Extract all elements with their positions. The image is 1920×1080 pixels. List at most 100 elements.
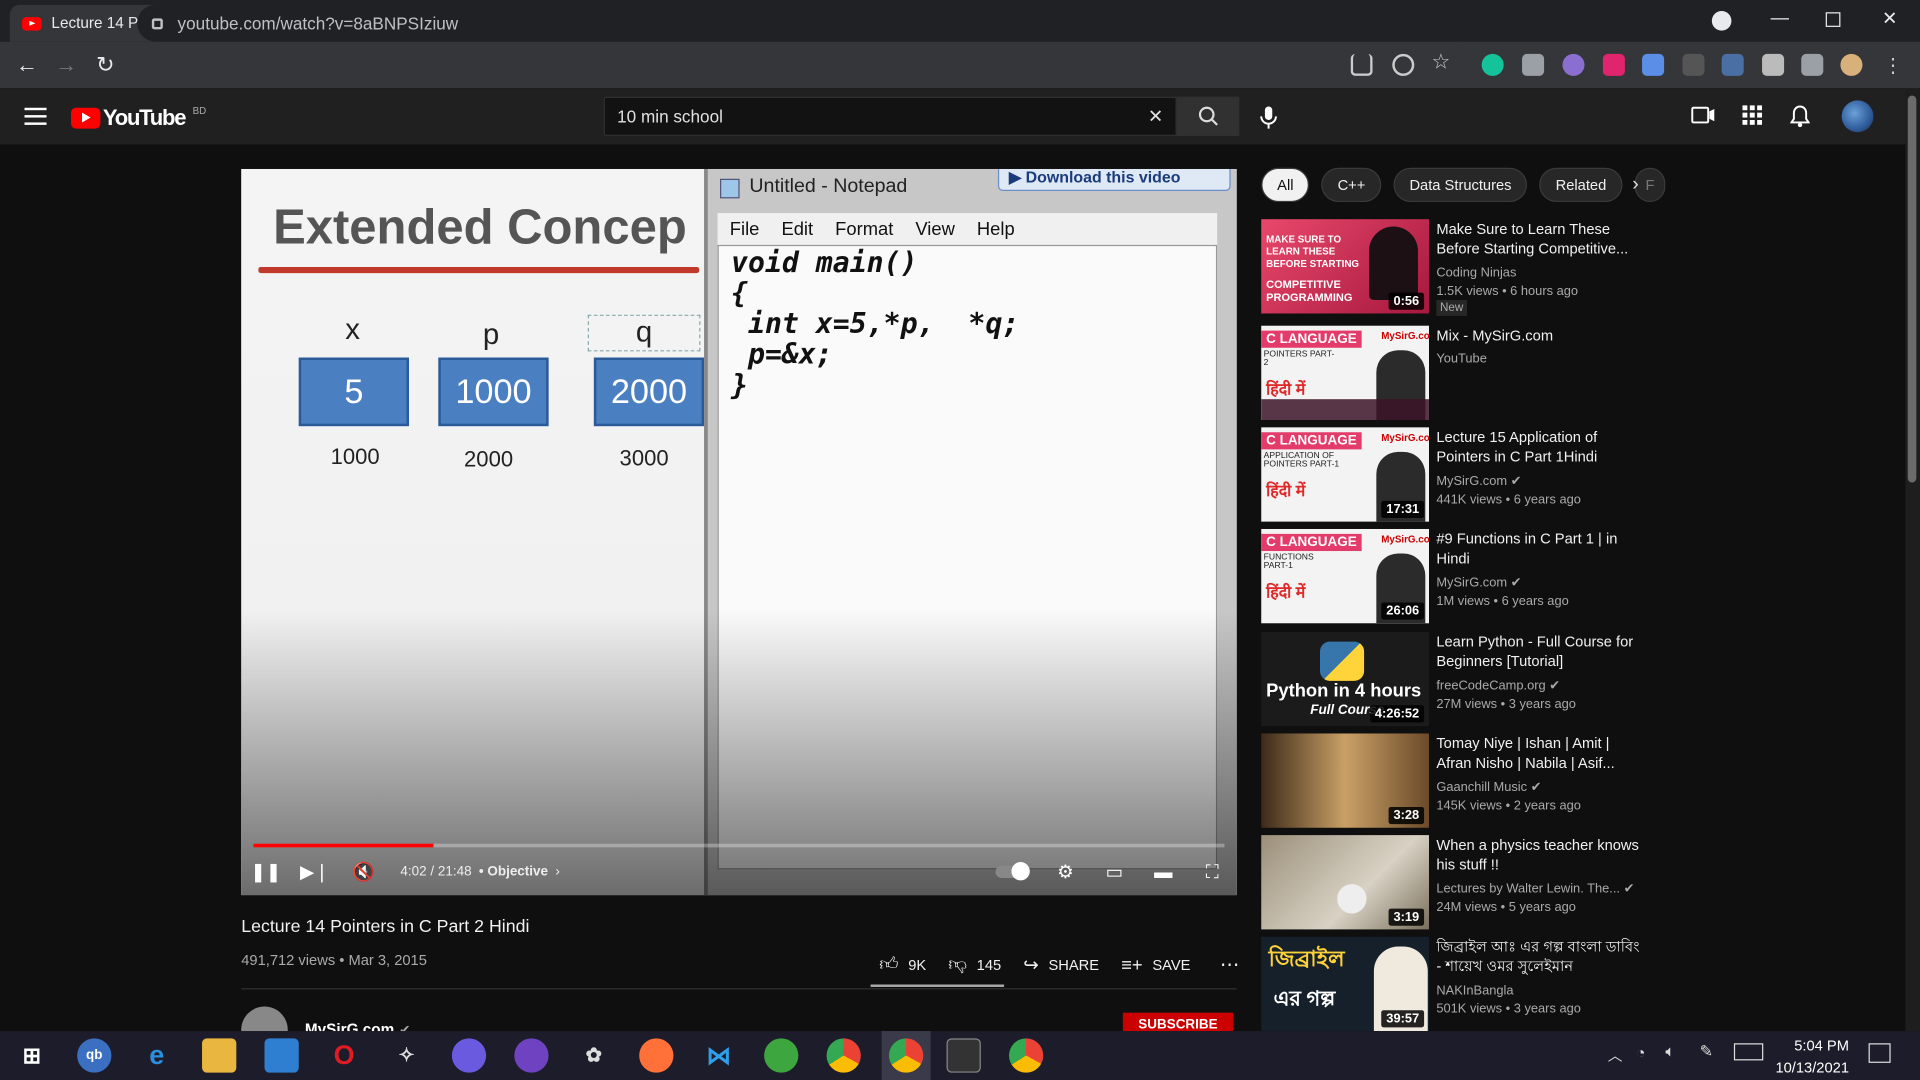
chip-all[interactable]: All bbox=[1261, 167, 1310, 203]
create-video-icon[interactable] bbox=[1691, 105, 1715, 127]
share-button[interactable]: ↪ SHARE bbox=[1023, 954, 1099, 976]
minimize-icon[interactable]: — bbox=[1771, 7, 1789, 28]
firefox-icon[interactable] bbox=[639, 1038, 674, 1073]
autoplay-toggle[interactable] bbox=[994, 860, 1030, 884]
duration-badge: 17:31 bbox=[1381, 500, 1425, 518]
search-input[interactable]: 10 min school ✕ bbox=[603, 96, 1177, 136]
chrome-menu-icon[interactable]: ⋮ bbox=[1883, 54, 1905, 77]
account-avatar[interactable] bbox=[1841, 100, 1874, 133]
related-video[interactable]: 3:28 Tomay Niye | Ishan | Amit | Afran N… bbox=[1261, 733, 1653, 829]
thumbnail: 3:19 bbox=[1261, 835, 1429, 930]
related-views: 501K views • 3 years ago bbox=[1436, 1001, 1581, 1017]
next-video-icon[interactable]: ▶❘ bbox=[300, 860, 330, 884]
chip-cpp[interactable]: C++ bbox=[1321, 167, 1382, 203]
extension-cast-icon[interactable] bbox=[1682, 53, 1705, 76]
more-actions-icon[interactable]: ⋯ bbox=[1220, 953, 1240, 977]
related-video[interactable]: 3:19 When a physics teacher knows his st… bbox=[1261, 835, 1653, 931]
taskbar-app-icon[interactable] bbox=[764, 1038, 799, 1073]
taskbar-app-icon[interactable]: ✿ bbox=[577, 1038, 611, 1072]
volume-icon[interactable]: 🔈︎ bbox=[1665, 1042, 1675, 1062]
messenger-icon[interactable] bbox=[451, 1038, 487, 1073]
chip-data-structures[interactable]: Data Structures bbox=[1393, 167, 1528, 203]
windows-start-icon[interactable]: ⊞ bbox=[15, 1038, 49, 1072]
extension-globe-icon[interactable] bbox=[1562, 53, 1585, 76]
keyboard-icon[interactable] bbox=[1733, 1043, 1764, 1061]
reload-icon[interactable]: ↻ bbox=[86, 52, 125, 78]
thumb-lang-label: C LANGUAGE bbox=[1261, 330, 1362, 348]
search-button[interactable] bbox=[1176, 96, 1240, 136]
puzzle-extensions-icon[interactable] bbox=[1762, 53, 1785, 76]
youtube-logo[interactable]: YouTube BD bbox=[71, 105, 206, 131]
taskbar-app-icon[interactable]: qb bbox=[77, 1038, 112, 1073]
save-button[interactable]: ≡+ SAVE bbox=[1121, 954, 1190, 975]
scrollbar-thumb[interactable] bbox=[1907, 95, 1917, 483]
chips-next-arrow-icon[interactable]: › bbox=[1632, 174, 1639, 196]
download-extension-icon[interactable] bbox=[1642, 53, 1665, 76]
related-video[interactable]: Python in 4 hours Full Course 4:26:52 Le… bbox=[1261, 631, 1653, 728]
video-player[interactable]: Extended Concep x p q 5 1000 2000 1000 2… bbox=[241, 168, 1237, 896]
active-chrome-slot[interactable] bbox=[881, 1031, 931, 1080]
extension-play-icon[interactable] bbox=[1602, 53, 1625, 76]
reading-list-icon[interactable] bbox=[1801, 53, 1824, 76]
mute-icon[interactable]: 🔇 bbox=[351, 860, 375, 884]
fullscreen-icon[interactable]: ⛶ bbox=[1200, 860, 1224, 884]
tray-chevron-icon[interactable]: ︿ bbox=[1608, 1044, 1623, 1065]
playlist-add-icon: ≡+ bbox=[1121, 954, 1143, 976]
download-video-button[interactable]: ▶ Download this video bbox=[997, 168, 1231, 192]
zoom-icon[interactable] bbox=[1392, 53, 1415, 76]
taskbar-clock[interactable]: 5:04 PM 10/13/2021 bbox=[1768, 1035, 1849, 1079]
omnibox[interactable]: youtube.com/watch?v=8aBNPSIziuw bbox=[137, 4, 1472, 42]
filter-chips: All C++ Data Structures Related F bbox=[1261, 167, 1666, 203]
profile-avatar-icon[interactable] bbox=[1840, 53, 1863, 76]
theater-mode-icon[interactable]: ▬ bbox=[1151, 860, 1175, 884]
network-icon[interactable]: ◔ bbox=[1636, 1043, 1646, 1061]
related-video[interactable]: C LANGUAGE MySirG.com POINTERS PART-2 हि… bbox=[1261, 325, 1653, 422]
related-views: 1.5K views • 6 hours ago bbox=[1436, 284, 1579, 299]
dislike-button[interactable]: 👎︎ 145 bbox=[948, 954, 1001, 976]
grammarly-icon[interactable] bbox=[1481, 53, 1504, 76]
related-video[interactable]: MAKE SURE TO LEARN THESE BEFORE STARTING… bbox=[1261, 219, 1653, 316]
satellite-app-icon[interactable]: ✧ bbox=[389, 1038, 423, 1072]
pause-icon[interactable]: ❚❚ bbox=[250, 860, 281, 884]
github-desktop-icon[interactable] bbox=[514, 1038, 549, 1073]
notepad-icon bbox=[720, 178, 740, 199]
back-arrow-icon[interactable]: ← bbox=[7, 52, 46, 78]
thumbnail: Python in 4 hours Full Course 4:26:52 bbox=[1261, 631, 1429, 727]
chevron-right-icon[interactable]: › bbox=[555, 864, 559, 879]
notifications-center-icon[interactable] bbox=[1868, 1043, 1891, 1063]
chrome-icon[interactable] bbox=[826, 1038, 861, 1073]
install-icon[interactable] bbox=[1350, 53, 1373, 76]
hamburger-menu-icon[interactable] bbox=[24, 107, 47, 125]
forward-arrow-icon[interactable]: → bbox=[47, 52, 86, 78]
related-video[interactable]: C LANGUAGE MySirG.com APPLICATION OF POI… bbox=[1261, 427, 1653, 523]
notifications-bell-icon[interactable] bbox=[1788, 105, 1812, 128]
related-channel: freeCodeCamp.org ✔ bbox=[1436, 678, 1561, 694]
chapter-label[interactable]: • Objective bbox=[479, 864, 548, 879]
apps-grid-icon[interactable] bbox=[1740, 105, 1764, 127]
search-clear-icon[interactable]: ✕ bbox=[1148, 105, 1163, 128]
miniplayer-icon[interactable]: ▭ bbox=[1102, 860, 1126, 884]
duration-badge: 3:28 bbox=[1388, 806, 1425, 825]
chrome-profile-icon[interactable] bbox=[1008, 1038, 1044, 1073]
microphone-icon[interactable] bbox=[1256, 105, 1280, 129]
related-video[interactable]: C LANGUAGE MySirG.com FUNCTIONS PART-1 ह… bbox=[1261, 528, 1653, 625]
camera-extension-icon[interactable] bbox=[1522, 53, 1545, 76]
window-close-icon[interactable]: ✕ bbox=[1882, 7, 1897, 30]
dislike-count: 145 bbox=[976, 956, 1002, 974]
opera-icon[interactable]: O bbox=[327, 1038, 361, 1072]
bookmark-star-icon[interactable]: ☆ bbox=[1431, 50, 1453, 73]
terminal-icon[interactable] bbox=[946, 1038, 981, 1073]
mail-icon[interactable] bbox=[264, 1038, 299, 1073]
chip-partial[interactable]: F bbox=[1634, 167, 1666, 203]
file-explorer-icon[interactable] bbox=[202, 1038, 237, 1073]
tab-search-icon[interactable] bbox=[1711, 11, 1732, 31]
edge-icon[interactable]: e bbox=[140, 1038, 174, 1072]
related-video[interactable]: জিব্রাইল এর গল্প 39:57 জিব্রাইল আঃ এর গল… bbox=[1261, 936, 1653, 1033]
extension-pen-icon[interactable] bbox=[1721, 53, 1744, 76]
like-button[interactable]: 👍︎ 9K bbox=[879, 954, 926, 976]
restore-icon[interactable] bbox=[1825, 12, 1841, 27]
settings-gear-icon[interactable]: ⚙ bbox=[1053, 860, 1077, 884]
vscode-icon[interactable]: ⋈ bbox=[702, 1038, 736, 1072]
pen-icon[interactable]: ✎ bbox=[1700, 1042, 1713, 1062]
chip-related[interactable]: Related bbox=[1539, 167, 1623, 203]
